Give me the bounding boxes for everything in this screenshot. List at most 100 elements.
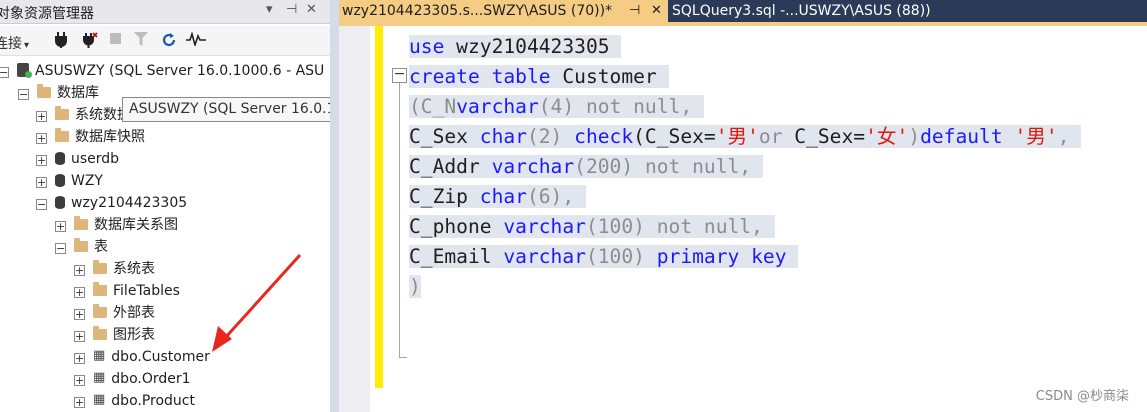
tree-node-system-databases[interactable]: + 系统数据 [36, 104, 131, 126]
collapse-icon[interactable]: − [0, 67, 9, 78]
connect-icon[interactable] [54, 32, 68, 52]
folder-icon [37, 83, 51, 98]
keyword: table [491, 65, 551, 88]
pin-icon[interactable]: ⊣ [286, 2, 297, 17]
expand-icon[interactable]: + [36, 133, 47, 144]
keyword: default [920, 125, 1003, 148]
expand-icon[interactable]: + [36, 155, 47, 166]
expand-icon[interactable]: + [55, 221, 66, 232]
folder-icon [74, 237, 88, 252]
table-order1-label: dbo.Order1 [111, 371, 191, 387]
system-tables-label: 系统表 [113, 261, 155, 277]
connect-button[interactable]: 连接 ▾ [0, 33, 29, 53]
identifier: C_Addr [409, 155, 492, 178]
collapse-icon[interactable]: − [36, 199, 47, 210]
pin-icon[interactable]: ⊣ [629, 0, 640, 22]
folder-icon [93, 325, 107, 340]
expand-icon[interactable]: + [74, 397, 85, 408]
collapse-icon[interactable]: − [392, 67, 407, 83]
tree-node-databases[interactable]: − 数据库 [18, 82, 99, 104]
tables-label: 表 [94, 239, 108, 255]
tree-node-file-tables[interactable]: + FileTables [74, 280, 180, 302]
database-snapshots-label: 数据库快照 [75, 129, 145, 145]
tree-node-db-userdb[interactable]: + userdb [36, 148, 119, 170]
object-explorer-title: 对象资源管理器 [0, 6, 94, 22]
outline-guide-end [399, 357, 407, 358]
expand-icon[interactable]: + [74, 265, 85, 276]
expand-icon[interactable]: + [74, 375, 85, 386]
folder-icon [55, 105, 69, 120]
tab-sqlquery3[interactable]: SQLQuery3.sql -...USWZY\ASUS (88)) [668, 0, 1147, 22]
code-line: create table Customer [409, 62, 1081, 92]
expand-icon[interactable]: + [74, 331, 85, 342]
filter-icon[interactable] [134, 32, 148, 50]
keyword: check [574, 125, 634, 148]
code-line: ) [409, 272, 1081, 302]
tree-node-database-snapshots[interactable]: + 数据库快照 [36, 126, 145, 148]
identifier: C_Sex [409, 125, 480, 148]
punctuation: (2) [526, 125, 575, 148]
expand-icon[interactable]: + [74, 287, 85, 298]
database-icon [55, 195, 65, 209]
object-explorer-toolbar: 连接 ▾ [0, 26, 330, 56]
tree-node-diagrams[interactable]: + 数据库关系图 [55, 214, 178, 236]
dropdown-icon[interactable]: ▾ [266, 2, 273, 17]
collapse-icon[interactable]: − [18, 89, 29, 100]
sql-editor[interactable]: − use wzy2104423305 create table Custome… [339, 26, 1147, 412]
tree-node-external-tables[interactable]: + 外部表 [74, 302, 155, 324]
activity-monitor-icon[interactable] [186, 31, 206, 50]
graph-tables-label: 图形表 [113, 327, 155, 343]
keyword: varchar [456, 95, 539, 118]
punctuation: (6), [526, 185, 575, 208]
database-icon [55, 173, 65, 187]
close-icon[interactable]: ✕ [651, 0, 662, 22]
close-icon[interactable]: ✕ [306, 2, 317, 17]
code-area[interactable]: use wzy2104423305 create table Customer … [409, 32, 1082, 302]
keyword: char [479, 185, 527, 208]
db-wzy-label: WZY [71, 173, 103, 189]
tree-node-db-current[interactable]: − wzy2104423305 [36, 192, 187, 214]
tree-node-table-customer[interactable]: + ▦ dbo.Customer [74, 346, 210, 368]
stop-icon[interactable] [110, 32, 121, 48]
server-label: ASUSWZY (SQL Server 16.0.1000.6 - ASU [35, 63, 325, 79]
folder-icon [93, 259, 107, 274]
identifier: (C_Sex= [633, 125, 716, 148]
punctuation: (C_N [409, 95, 457, 118]
tree-node-table-product[interactable]: + ▦ dbo.Product [74, 390, 195, 412]
document-tab-strip: wzy2104423305.s...SWZY\ASUS (70))* ⊣ ✕ S… [339, 0, 1147, 22]
connect-dropdown-icon[interactable]: ▾ [24, 40, 29, 51]
watermark: CSDN @杪商柒 [1035, 389, 1129, 404]
collapse-icon[interactable]: − [55, 243, 66, 254]
tree-node-table-order1[interactable]: + ▦ dbo.Order1 [74, 368, 191, 390]
code-line: use wzy2104423305 [409, 32, 1081, 62]
code-line: (C_Nvarchar(4) not null, [409, 92, 1081, 122]
keyword: primary [656, 245, 740, 268]
db-userdb-label: userdb [71, 151, 120, 167]
tree-node-server[interactable]: − ASUSWZY (SQL Server 16.0.1000.6 - ASU [0, 60, 324, 82]
panel-splitter[interactable] [330, 0, 339, 412]
expand-icon[interactable]: + [36, 111, 47, 122]
tree-node-graph-tables[interactable]: + 图形表 [74, 324, 155, 346]
keyword: char [479, 125, 527, 148]
external-tables-label: 外部表 [113, 305, 155, 321]
connect-label: 连接 [0, 36, 22, 52]
keyword-gray: not null, [644, 155, 752, 178]
disconnect-icon[interactable] [80, 32, 98, 52]
tab-active-label: wzy2104423305.s...SWZY\ASUS (70))* [342, 3, 613, 19]
expand-icon[interactable]: + [74, 309, 85, 320]
tree-node-system-tables[interactable]: + 系统表 [74, 258, 155, 280]
editor-gutter [339, 26, 370, 412]
folder-icon [93, 303, 107, 318]
keyword: varchar [503, 245, 586, 268]
expand-icon[interactable]: + [36, 177, 47, 188]
expand-icon[interactable]: + [74, 353, 85, 364]
tree-node-tables[interactable]: − 表 [55, 236, 108, 258]
keyword: use [409, 35, 445, 58]
tree-node-db-wzy[interactable]: + WZY [36, 170, 103, 192]
refresh-icon[interactable] [161, 32, 177, 52]
keyword: varchar [503, 215, 586, 238]
identifier: Customer [550, 65, 657, 88]
keyword: varchar [491, 155, 575, 178]
tab-query-active[interactable]: wzy2104423305.s...SWZY\ASUS (70))* ⊣ ✕ [339, 0, 668, 22]
table-customer-label: dbo.Customer [111, 349, 210, 365]
